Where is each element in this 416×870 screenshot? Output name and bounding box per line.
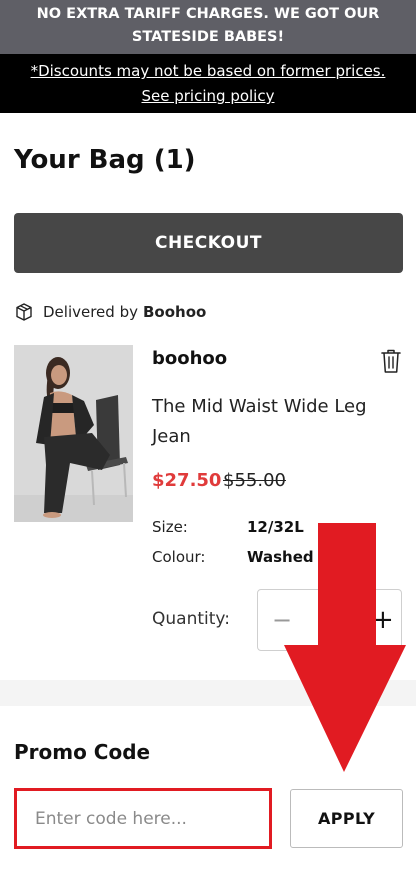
sale-price: $27.50: [152, 470, 222, 491]
promo-banner: NO EXTRA TARIFF CHARGES. WE GOT OUR STAT…: [0, 0, 416, 54]
delivered-by: Delivered by Boohoo: [14, 302, 206, 322]
banner-line-2: STATESIDE BABES!: [131, 29, 285, 45]
quantity-decrease-button[interactable]: −: [272, 608, 292, 632]
checkout-button[interactable]: CHECKOUT: [14, 213, 403, 273]
page-title: Your Bag (1): [14, 145, 196, 175]
quantity-increase-button[interactable]: +: [372, 607, 394, 633]
original-price: $55.00: [223, 470, 286, 491]
colour-value: Washed: [247, 548, 314, 566]
size-value: 12/32L: [247, 518, 304, 536]
size-label: Size:: [152, 518, 188, 536]
trash-icon[interactable]: [379, 348, 403, 374]
pricing-disclaimer-banner: *Discounts may not be based on former pr…: [0, 54, 416, 113]
promo-code-input[interactable]: [16, 790, 270, 847]
product-name[interactable]: The Mid Waist Wide Leg Jean: [152, 392, 367, 452]
pricing-policy-link[interactable]: See pricing policy: [0, 84, 416, 109]
quantity-label: Quantity:: [152, 609, 230, 629]
product-brand: boohoo: [152, 348, 228, 369]
discount-disclaimer-link[interactable]: *Discounts may not be based on former pr…: [0, 59, 416, 84]
banner-line-1: NO EXTRA TARIFF CHARGES. WE GOT OUR: [36, 6, 380, 22]
apply-button[interactable]: APPLY: [290, 789, 403, 848]
colour-label: Colour:: [152, 548, 206, 566]
promo-code-title: Promo Code: [14, 740, 151, 764]
delivered-prefix: Delivered by: [43, 303, 138, 321]
section-divider: [0, 680, 416, 706]
package-icon: [14, 302, 34, 322]
delivered-brand: Boohoo: [142, 303, 207, 321]
product-image[interactable]: [14, 345, 133, 522]
